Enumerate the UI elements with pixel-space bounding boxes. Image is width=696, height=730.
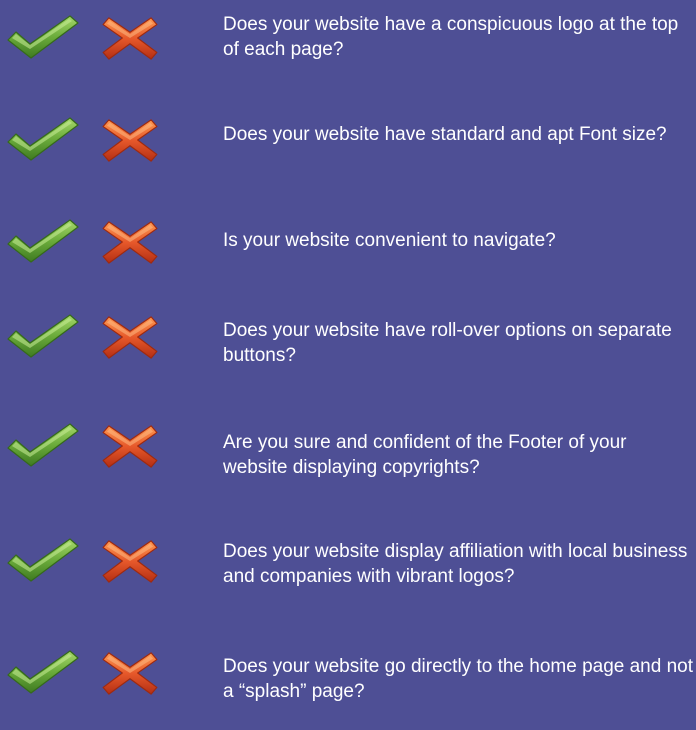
cross-mark-icon[interactable] <box>101 313 159 361</box>
question-text: Is your website convenient to navigate? <box>223 230 556 251</box>
cross-mark-icon[interactable] <box>101 14 159 62</box>
check-mark-icon[interactable] <box>6 422 80 468</box>
cross-mark-icon[interactable] <box>101 537 159 585</box>
question-text: Does your website have roll-over options… <box>223 320 672 366</box>
check-mark-icon[interactable] <box>6 14 80 60</box>
cross-mark-icon[interactable] <box>101 218 159 266</box>
cross-mark-icon[interactable] <box>101 649 159 697</box>
check-mark-icon[interactable] <box>6 218 80 264</box>
cross-mark-icon[interactable] <box>101 116 159 164</box>
question-text: Does your website display affiliation wi… <box>223 541 688 587</box>
check-mark-icon[interactable] <box>6 649 80 695</box>
question-text: Does your website have a conspicuous log… <box>223 14 679 60</box>
cross-mark-icon[interactable] <box>101 422 159 470</box>
question-text: Are you sure and confident of the Footer… <box>223 432 627 478</box>
check-mark-icon[interactable] <box>6 537 80 583</box>
question-text: Does your website have standard and apt … <box>223 124 667 145</box>
check-mark-icon[interactable] <box>6 116 80 162</box>
check-mark-icon[interactable] <box>6 313 80 359</box>
question-text: Does your website go directly to the hom… <box>223 656 694 702</box>
